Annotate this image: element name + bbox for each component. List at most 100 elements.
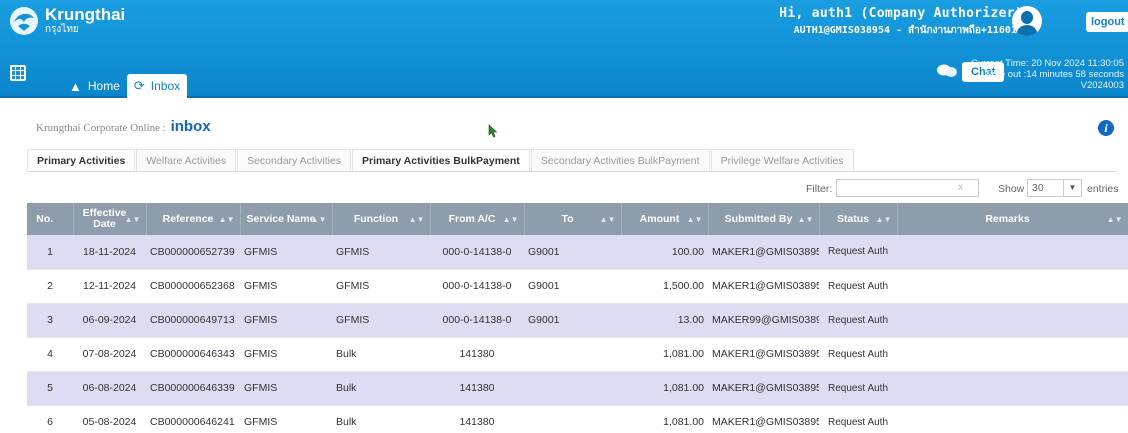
sort-icon: ▲▼ (875, 215, 892, 224)
table-row[interactable]: 1 18-11-2024 CB000000652739 GFMIS GFMIS … (27, 235, 1128, 270)
column-header-submitted-by[interactable]: Submitted By ▲▼ (708, 203, 820, 235)
tab-primary-activities[interactable]: Primary Activities (27, 149, 136, 171)
cell-reference[interactable]: CB000000652368 (146, 269, 240, 304)
chevron-down-icon: ▼ (1063, 180, 1081, 196)
cell-from-ac: 141380 (430, 371, 524, 406)
cell-status: Request Auth (819, 371, 897, 406)
cell-submitted-by: MAKER1@GMIS038954 (708, 405, 819, 433)
column-header-amount[interactable]: Amount ▲▼ (621, 203, 709, 235)
cell-to (524, 405, 621, 433)
column-header-no[interactable]: No. (27, 203, 74, 235)
cell-effective-date: 18-11-2024 (73, 235, 146, 270)
avatar[interactable] (1012, 6, 1042, 36)
cell-status: Request Auth (819, 269, 897, 304)
sort-icon: ▲▼ (1106, 215, 1123, 224)
cell-remarks (897, 269, 1128, 304)
cell-effective-date: 06-08-2024 (73, 371, 146, 406)
column-header-effective-date[interactable]: Effective Date ▲▼ (73, 203, 147, 235)
nav-tab-home[interactable]: ▲ Home (62, 74, 127, 98)
cell-amount: 1,081.00 (621, 337, 708, 372)
tab-welfare-activities[interactable]: Welfare Activities (136, 149, 237, 171)
filter-label: Filter: (806, 183, 833, 195)
cell-no: 6 (27, 405, 73, 433)
brand-name: Krungthai (45, 5, 126, 24)
clear-filter-icon[interactable]: x (958, 182, 963, 193)
tab-privilege-welfare[interactable]: Privilege Welfare Activities (710, 149, 854, 171)
table-row[interactable]: 5 06-08-2024 CB000000646339 GFMIS Bulk 1… (27, 371, 1128, 406)
chat-bubble-icon[interactable] (936, 63, 958, 79)
entries-label: entries (1087, 183, 1119, 195)
cell-remarks (897, 371, 1128, 406)
column-header-to[interactable]: To ▲▼ (524, 203, 622, 235)
cell-effective-date: 05-08-2024 (73, 405, 146, 433)
version-text: V2024003 (1080, 80, 1124, 91)
nav-tab-inbox[interactable]: ⟳ Inbox (126, 74, 188, 98)
cell-function: Bulk (332, 337, 430, 372)
column-header-status[interactable]: Status ▲▼ (819, 203, 898, 235)
session-info: Current Time: 20 Nov 2024 11:30:05 Time … (971, 58, 1124, 91)
cell-submitted-by: MAKER99@GMIS038954 (708, 303, 819, 338)
cell-to: G9001 (524, 269, 621, 304)
inbox-icon: ⟳ (133, 78, 145, 93)
cell-no: 4 (27, 337, 73, 372)
breadcrumb-prefix: Krungthai Corporate Online : (36, 122, 166, 134)
cell-service-name: GFMIS (240, 303, 332, 338)
cell-amount: 100.00 (621, 235, 708, 270)
column-header-remarks[interactable]: Remarks ▲▼ (897, 203, 1128, 235)
cell-reference[interactable]: CB000000652739 (146, 235, 240, 270)
cell-service-name: GFMIS (240, 405, 332, 433)
column-header-function[interactable]: Function ▲▼ (332, 203, 431, 235)
cell-from-ac: 000-0-14138-0 (430, 303, 524, 338)
cell-no: 2 (27, 269, 73, 304)
tab-secondary-bulkpayment[interactable]: Secondary Activities BulkPayment (530, 149, 710, 171)
table-row[interactable]: 3 06-09-2024 CB000000649713 GFMIS GFMIS … (27, 303, 1128, 338)
show-label: Show (998, 183, 1025, 195)
cell-from-ac: 141380 (430, 405, 524, 433)
cell-submitted-by: MAKER1@GMIS038954 (708, 269, 819, 304)
cell-no: 3 (27, 303, 73, 338)
table-header-row: No. Effective Date ▲▼ Reference ▲▼ Service… (27, 203, 1128, 235)
sort-icon: ▲▼ (686, 215, 703, 224)
tab-primary-bulkpayment[interactable]: Primary Activities BulkPayment (352, 149, 530, 171)
info-icon[interactable]: i (1098, 120, 1114, 136)
page-title: inbox (170, 118, 211, 135)
column-header-from-ac[interactable]: From A/C ▲▼ (430, 203, 525, 235)
nav-tab-label: Inbox (150, 79, 181, 93)
page-size-select[interactable]: 30 ▼ (1027, 179, 1082, 197)
mouse-cursor-icon (488, 124, 498, 138)
cell-reference[interactable]: CB000000646339 (146, 371, 240, 406)
cell-to (524, 337, 621, 372)
cell-amount: 1,500.00 (621, 269, 708, 304)
cell-status: Request Auth (819, 235, 897, 270)
column-header-reference[interactable]: Reference ▲▼ (146, 203, 241, 235)
logout-button[interactable]: logout (1086, 12, 1128, 32)
cell-reference[interactable]: CB000000646241 (146, 405, 240, 433)
cell-status: Request Auth (819, 303, 897, 338)
table-row[interactable]: 4 07-08-2024 CB000000646343 GFMIS Bulk 1… (27, 337, 1128, 372)
cell-submitted-by: MAKER1@GMIS038954 (708, 235, 819, 270)
cell-function: Bulk (332, 405, 430, 433)
cell-service-name: GFMIS (240, 371, 332, 406)
cell-to (524, 371, 621, 406)
table-row[interactable]: 6 05-08-2024 CB000000646241 GFMIS Bulk 1… (27, 405, 1128, 433)
cell-remarks (897, 337, 1128, 372)
cell-amount: 13.00 (621, 303, 708, 338)
user-greeting: Hi, auth1 (Company Authorizer) AUTH1@GMI… (779, 6, 1023, 38)
main-nav: ▲ Home ⟳ Inbox (62, 74, 188, 98)
cell-service-name: GFMIS (240, 235, 332, 270)
current-time: Current Time: 20 Nov 2024 11:30:05 (971, 58, 1124, 69)
table-row[interactable]: 2 12-11-2024 CB000000652368 GFMIS GFMIS … (27, 269, 1128, 304)
cell-submitted-by: MAKER1@GMIS038954 (708, 337, 819, 372)
krungthai-logo[interactable]: Krungthai กรุงไทย (8, 6, 125, 36)
apps-grid-icon[interactable] (10, 65, 26, 81)
cell-status: Request Auth (819, 405, 897, 433)
cell-from-ac: 000-0-14138-0 (430, 235, 524, 270)
page-size-value: 30 (1032, 182, 1044, 194)
cell-reference[interactable]: CB000000646343 (146, 337, 240, 372)
cell-service-name: GFMIS (240, 337, 332, 372)
tab-secondary-activities[interactable]: Secondary Activities (237, 149, 352, 171)
cell-reference[interactable]: CB000000649713 (146, 303, 240, 338)
cell-amount: 1,081.00 (621, 405, 708, 433)
column-header-service-name[interactable]: Service Name ▲▼ (240, 203, 333, 235)
cell-remarks (897, 303, 1128, 338)
